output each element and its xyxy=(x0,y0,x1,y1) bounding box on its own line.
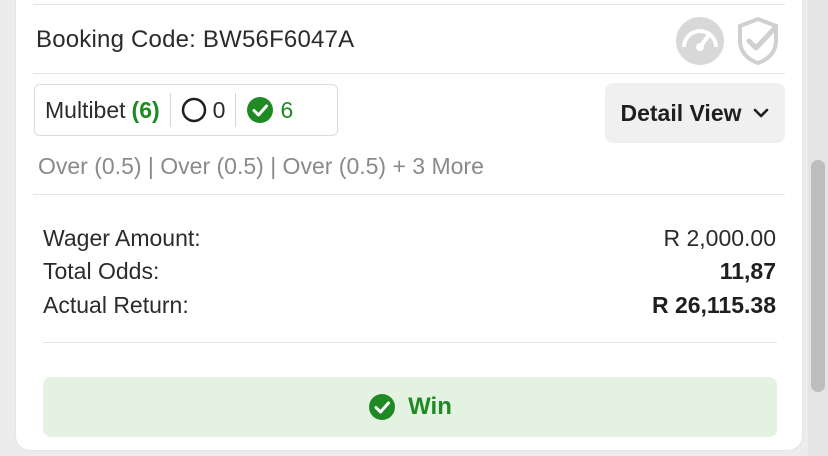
wager-amount-value: R 2,000.00 xyxy=(663,225,776,251)
bet-card: Booking Code: BW56F6047A Multibet (6) 0 … xyxy=(16,0,802,450)
separator xyxy=(235,93,237,127)
wager-amount-label: Wager Amount: xyxy=(43,225,201,251)
check-circle-icon xyxy=(247,97,274,123)
divider xyxy=(43,342,777,343)
scrollbar-thumb[interactable] xyxy=(811,160,825,392)
detail-view-label: Detail View xyxy=(620,99,742,126)
actual-return-value: R 26,115.38 xyxy=(651,292,776,318)
check-circle-icon xyxy=(369,394,396,420)
won-count: 6 xyxy=(280,96,294,123)
divider xyxy=(33,194,785,195)
leg-count: (6) xyxy=(131,96,160,123)
bet-type-label: Multibet xyxy=(45,96,126,123)
booking-code: Booking Code: BW56F6047A xyxy=(36,26,355,53)
result-label: Win xyxy=(408,393,452,420)
scrollbar[interactable] xyxy=(808,0,828,456)
speedometer-icon[interactable] xyxy=(674,15,726,67)
result-status-bar: Win xyxy=(43,377,777,437)
total-odds-value: 11,87 xyxy=(719,258,776,284)
divider xyxy=(33,73,785,74)
selections-summary[interactable]: Over (0.5) | Over (0.5) | Over (0.5) + 3… xyxy=(38,153,484,180)
total-odds-label: Total Odds: xyxy=(43,258,160,284)
detail-view-button[interactable]: Detail View xyxy=(605,83,785,143)
bet-type-summary: Multibet (6) 0 6 xyxy=(34,84,338,136)
open-count: 0 xyxy=(212,96,226,123)
actual-return-label: Actual Return: xyxy=(43,292,189,318)
open-circle-icon xyxy=(181,97,206,123)
top-divider xyxy=(33,4,785,5)
chevron-down-icon xyxy=(753,108,768,118)
shield-check-icon[interactable] xyxy=(734,15,782,67)
separator xyxy=(169,93,171,127)
